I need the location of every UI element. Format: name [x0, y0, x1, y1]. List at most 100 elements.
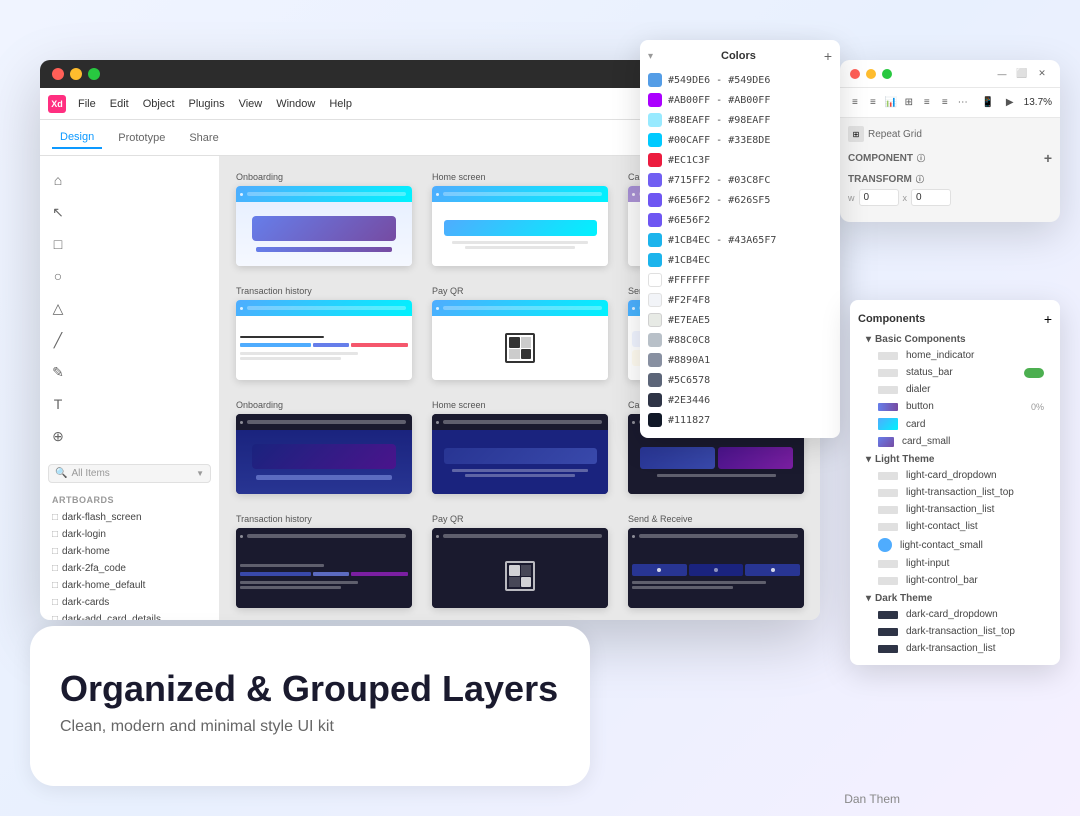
- tab-design[interactable]: Design: [52, 127, 102, 149]
- comp-light-card-dropdown[interactable]: light-card_dropdown: [858, 467, 1052, 484]
- menu-object[interactable]: Object: [137, 96, 181, 112]
- color-swatch-15[interactable]: [648, 373, 662, 387]
- close-dot[interactable]: [52, 68, 64, 80]
- comp-light-transaction-list[interactable]: light-transaction_list: [858, 501, 1052, 518]
- tab-share[interactable]: Share: [181, 128, 226, 148]
- color-swatch-12[interactable]: [648, 313, 662, 327]
- color-swatch-3[interactable]: [648, 133, 662, 147]
- comp-card[interactable]: card: [858, 415, 1052, 433]
- menu-help[interactable]: Help: [323, 96, 358, 112]
- minimize-icon[interactable]: —: [994, 66, 1010, 82]
- color-swatch-1[interactable]: [648, 93, 662, 107]
- menu-plugins[interactable]: Plugins: [183, 96, 231, 112]
- menu-file[interactable]: File: [72, 96, 102, 112]
- w-input[interactable]: [859, 189, 899, 206]
- color-swatch-6[interactable]: [648, 193, 662, 207]
- rp-dot-green[interactable]: [882, 69, 892, 79]
- color-swatch-16[interactable]: [648, 393, 662, 407]
- align-right-icon[interactable]: ≡: [920, 93, 934, 113]
- comp-light-contact-small[interactable]: light-contact_small: [858, 535, 1052, 555]
- line-icon[interactable]: ╱: [44, 326, 72, 354]
- artboards-section-label: ARTBOARDS: [40, 491, 219, 509]
- color-row-1: #AB00FF - #AB00FF: [648, 90, 832, 110]
- minimize-dot[interactable]: [70, 68, 82, 80]
- artboard-preview-1[interactable]: [236, 186, 412, 266]
- comp-dark-transaction-list-top[interactable]: dark-transaction_list_top: [858, 623, 1052, 640]
- pen-icon[interactable]: ✎: [44, 358, 72, 386]
- chart-icon[interactable]: 📊: [884, 93, 898, 113]
- comp-home-indicator[interactable]: home_indicator: [858, 347, 1052, 364]
- color-swatch-11[interactable]: [648, 293, 662, 307]
- comp-card-small[interactable]: card_small: [858, 433, 1052, 450]
- comp-light-input[interactable]: light-input: [858, 555, 1052, 572]
- comp-status-bar[interactable]: status_bar: [858, 364, 1052, 381]
- color-row-16: #2E3446: [648, 390, 832, 410]
- maximize-dot[interactable]: [88, 68, 100, 80]
- sidebar-item-6[interactable]: □ dark-add_card_details: [40, 611, 219, 620]
- comp-light-control-bar[interactable]: light-control_bar: [858, 572, 1052, 589]
- home-icon[interactable]: ⌂: [44, 166, 72, 194]
- layout-icon[interactable]: ⊞: [902, 93, 916, 113]
- more-icon[interactable]: ⋯: [956, 93, 970, 113]
- artboard-preview-10[interactable]: [236, 528, 412, 608]
- artboard-preview-5[interactable]: [432, 300, 608, 380]
- color-swatch-10[interactable]: [648, 273, 662, 287]
- sidebar-item-1[interactable]: □ dark-login: [40, 526, 219, 543]
- distribute-icon[interactable]: ≡: [938, 93, 952, 113]
- ellipse-icon[interactable]: ○: [44, 262, 72, 290]
- cursor-icon[interactable]: ↖: [44, 198, 72, 226]
- comp-dialer[interactable]: dialer: [858, 381, 1052, 398]
- color-swatch-7[interactable]: [648, 213, 662, 227]
- rp-dot-red[interactable]: [850, 69, 860, 79]
- device-icon[interactable]: 📱: [978, 93, 998, 113]
- text-icon[interactable]: T: [44, 390, 72, 418]
- color-swatch-0[interactable]: [648, 73, 662, 87]
- x-input[interactable]: [911, 189, 951, 206]
- comp-dark-card-dropdown[interactable]: dark-card_dropdown: [858, 606, 1052, 623]
- artboard-preview-12[interactable]: [628, 528, 804, 608]
- rp-dot-yellow[interactable]: [866, 69, 876, 79]
- status-bar-preview: [878, 369, 898, 377]
- color-swatch-5[interactable]: [648, 173, 662, 187]
- menu-window[interactable]: Window: [270, 96, 321, 112]
- artboard-preview-2[interactable]: [432, 186, 608, 266]
- tab-prototype[interactable]: Prototype: [110, 128, 173, 148]
- artboard-preview-8[interactable]: [432, 414, 608, 494]
- color-swatch-13[interactable]: [648, 333, 662, 347]
- menu-view[interactable]: View: [233, 96, 269, 112]
- sidebar-item-3[interactable]: □ dark-2fa_code: [40, 560, 219, 577]
- sidebar-item-4[interactable]: □ dark-home_default: [40, 577, 219, 594]
- color-swatch-8[interactable]: [648, 233, 662, 247]
- color-swatch-14[interactable]: [648, 353, 662, 367]
- triangle-icon[interactable]: △: [44, 294, 72, 322]
- color-swatch-2[interactable]: [648, 113, 662, 127]
- comp-light-transaction-list-top[interactable]: light-transaction_list_top: [858, 484, 1052, 501]
- play-icon[interactable]: ▶: [1000, 93, 1020, 113]
- comp-button[interactable]: button 0%: [858, 398, 1052, 415]
- dialer-preview: [878, 386, 898, 394]
- artboard-preview-11[interactable]: [432, 528, 608, 608]
- close-icon[interactable]: ✕: [1034, 66, 1050, 82]
- sidebar-item-2[interactable]: □ dark-home: [40, 543, 219, 560]
- add-component-button[interactable]: +: [1044, 150, 1052, 166]
- align-center-icon[interactable]: ≡: [866, 93, 880, 113]
- color-swatch-9[interactable]: [648, 253, 662, 267]
- comp-light-contact-list[interactable]: light-contact_list: [858, 518, 1052, 535]
- color-row-13: #88C0C8: [648, 330, 832, 350]
- align-left-icon[interactable]: ≡: [848, 93, 862, 113]
- rectangle-icon[interactable]: □: [44, 230, 72, 258]
- color-swatch-17[interactable]: [648, 413, 662, 427]
- zoom-icon[interactable]: ⊕: [44, 422, 72, 450]
- add-component-icon[interactable]: +: [1044, 311, 1052, 327]
- colors-chevron-icon[interactable]: ▾: [648, 51, 653, 62]
- color-swatch-4[interactable]: [648, 153, 662, 167]
- artboard-preview-4[interactable]: [236, 300, 412, 380]
- status-bar-toggle[interactable]: [1024, 368, 1044, 378]
- add-color-button[interactable]: +: [824, 48, 832, 64]
- menu-edit[interactable]: Edit: [104, 96, 135, 112]
- restore-icon[interactable]: ⬜: [1014, 66, 1030, 82]
- sidebar-item-0[interactable]: □ dark-flash_screen: [40, 509, 219, 526]
- comp-dark-transaction-list[interactable]: dark-transaction_list: [858, 640, 1052, 657]
- sidebar-item-5[interactable]: □ dark-cards: [40, 594, 219, 611]
- artboard-preview-7[interactable]: [236, 414, 412, 494]
